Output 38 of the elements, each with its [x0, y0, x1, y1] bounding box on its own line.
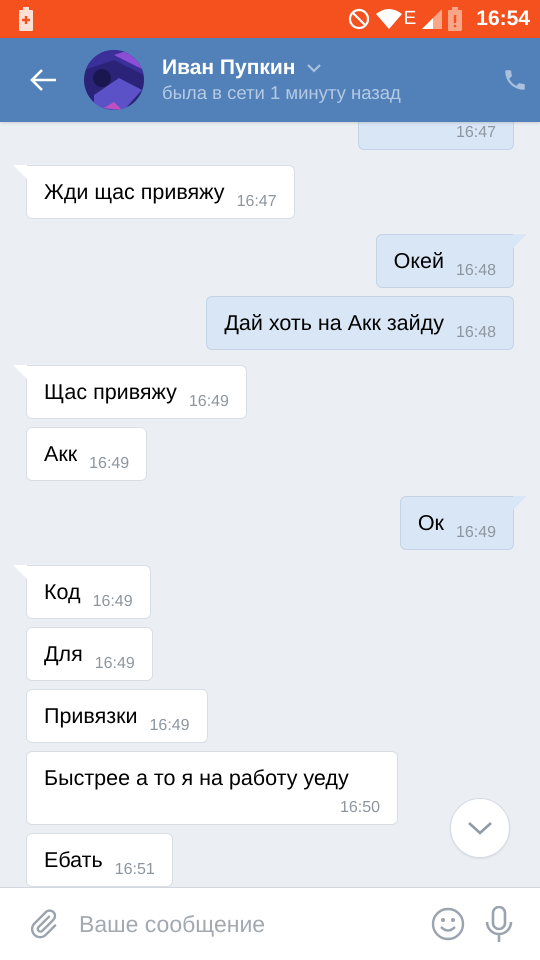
- battery-alert-icon: [448, 7, 462, 31]
- message-text: Щас привяжу: [44, 379, 177, 406]
- message-text: Окей: [394, 248, 444, 275]
- status-time: 16:54: [476, 7, 530, 31]
- network-type: E: [404, 8, 416, 30]
- message-time: 16:49: [92, 592, 133, 612]
- message-time: 16:49: [94, 654, 135, 674]
- message-time: 16:48: [456, 261, 496, 281]
- message-text: Дай хоть на Акк зайду: [224, 310, 444, 337]
- message-time: 16:50: [340, 798, 380, 818]
- message-text: Быстрее а то я на работу уеду: [44, 765, 349, 792]
- contact-name[interactable]: Иван Пупкин: [162, 56, 296, 80]
- message-time: 16:47: [236, 192, 277, 212]
- message-time: 16:49: [150, 716, 190, 736]
- message-time: 16:49: [89, 454, 130, 474]
- message-time: 16:49: [188, 392, 229, 412]
- message-text: Жди щас привяжу: [44, 179, 225, 206]
- chevron-down-icon: [467, 820, 493, 836]
- message-time: 16:51: [114, 860, 155, 880]
- message-time: 16:48: [456, 323, 496, 343]
- message-text: Для: [44, 641, 83, 668]
- microphone-icon[interactable]: [485, 906, 513, 942]
- wifi-icon: [376, 9, 402, 29]
- signal-icon: [422, 9, 442, 29]
- message-text: Акк: [44, 441, 78, 468]
- message-text: Код: [44, 579, 81, 606]
- do-not-disturb-icon: [348, 8, 370, 30]
- scroll-down-button[interactable]: [450, 798, 510, 858]
- last-seen-status: была в сети 1 минуту назад: [162, 82, 402, 104]
- back-arrow-icon[interactable]: [30, 68, 58, 92]
- message-text: Ок: [418, 510, 444, 537]
- battery-icon: [19, 7, 33, 31]
- message-text: Привязки: [44, 703, 138, 730]
- smiley-icon[interactable]: [431, 907, 465, 941]
- message-text: Ебать: [44, 847, 103, 874]
- message-time: 16:49: [456, 523, 496, 543]
- message-time: 16:47: [456, 123, 496, 143]
- chevron-down-icon[interactable]: [306, 63, 322, 73]
